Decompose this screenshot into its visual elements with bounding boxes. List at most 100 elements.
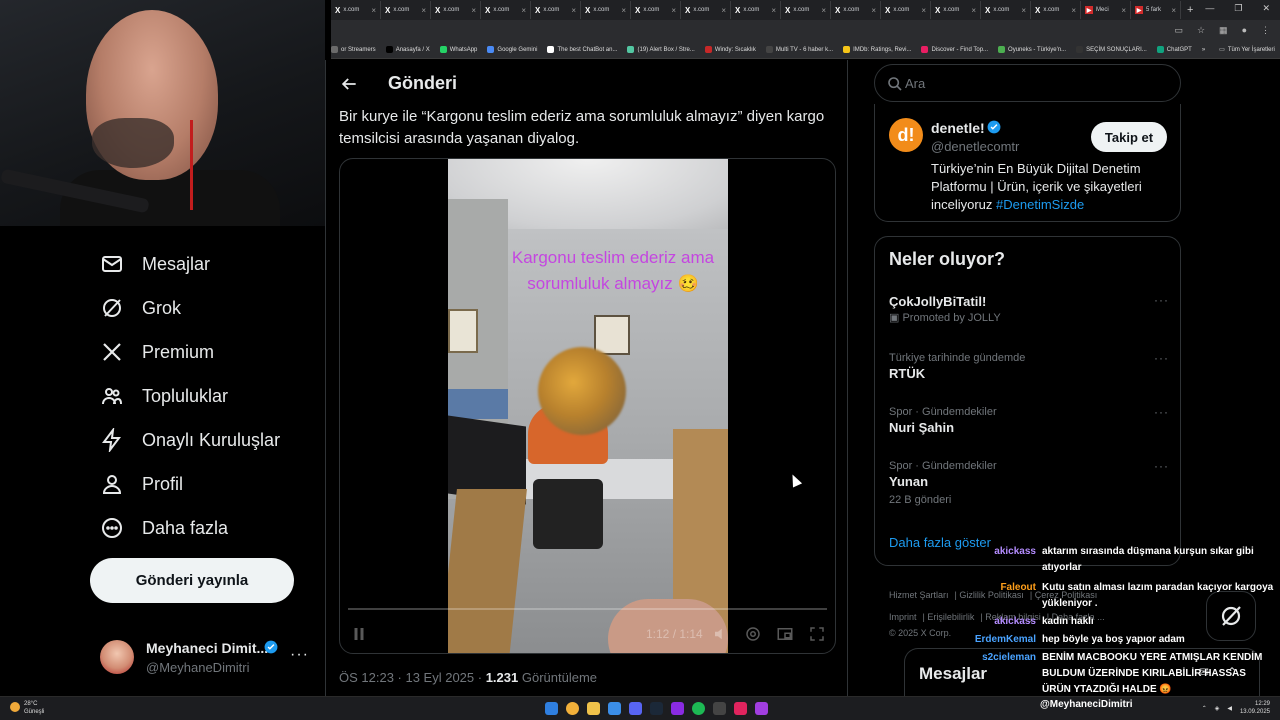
close-icon[interactable]: ✕ — [1262, 3, 1270, 14]
tab-close-icon[interactable]: × — [971, 6, 976, 15]
fullscreen-icon[interactable] — [808, 625, 826, 643]
tab-close-icon[interactable]: × — [771, 6, 776, 15]
tab-close-icon[interactable]: × — [571, 6, 576, 15]
kebab-menu-icon[interactable]: ⋮ — [1261, 25, 1270, 36]
bookmark-item[interactable]: WhatsApp — [439, 46, 477, 53]
footer-link[interactable]: Imprint — [889, 612, 917, 622]
profile-more-icon[interactable]: ··· — [290, 646, 309, 664]
app-icon[interactable] — [755, 702, 768, 715]
bookmark-item[interactable]: The best ChatBot an... — [547, 46, 617, 53]
tab-close-icon[interactable]: × — [471, 6, 476, 15]
bookmark-item[interactable]: Anasayfa / X — [385, 46, 430, 53]
nav-item-communities[interactable]: Topluluklar — [100, 384, 228, 408]
browser-tab[interactable]: Xx.com × — [331, 1, 381, 19]
volume-icon[interactable]: ◀ — [1227, 705, 1232, 712]
tab-close-icon[interactable]: × — [821, 6, 826, 15]
steam-icon[interactable] — [650, 702, 663, 715]
volume-icon[interactable] — [712, 625, 730, 643]
video-player[interactable]: Kargonu teslim ederiz ama sorumluluk alm… — [339, 158, 836, 654]
bookmark-item[interactable]: ChatGPT — [1156, 46, 1192, 53]
minimize-icon[interactable]: — — [1205, 3, 1214, 14]
nav-item-messages[interactable]: Mesajlar — [100, 252, 210, 276]
bookmark-item[interactable]: Google Gemini — [487, 46, 537, 53]
account-name[interactable]: denetle! — [931, 120, 985, 136]
tab-close-icon[interactable]: × — [371, 6, 376, 15]
tab-close-icon[interactable]: × — [871, 6, 876, 15]
tab-close-icon[interactable]: × — [721, 6, 726, 15]
browser-tab[interactable]: Xx.com × — [681, 1, 731, 19]
new-tab-icon[interactable]: + — [1187, 4, 1193, 16]
tab-close-icon[interactable]: × — [1171, 6, 1176, 15]
nav-item-premium[interactable]: Premium — [100, 340, 214, 364]
discord-icon[interactable] — [629, 702, 642, 715]
bookmark-item[interactable]: (19) Alert Box / Stre... — [627, 46, 695, 53]
browser-tab[interactable]: Xx.com × — [931, 1, 981, 19]
all-bookmarks-folder[interactable]: ▭ Tüm Yer İşaretleri — [1219, 46, 1275, 54]
browser-tab[interactable]: Xx.com × — [881, 1, 931, 19]
follow-button[interactable]: Takip et — [1091, 122, 1167, 152]
tab-close-icon[interactable]: × — [621, 6, 626, 15]
footer-link[interactable]: Hizmet Şartları — [889, 590, 949, 600]
chevron-up-icon[interactable]: ⌃ — [1202, 705, 1207, 712]
browser-tab[interactable]: ▶ 5 fark × — [1131, 1, 1181, 19]
trend-item[interactable]: ÇokJollyBiTatil! ▣ Promoted by JOLLY ··· — [889, 293, 1169, 325]
trend-more-icon[interactable]: ··· — [1154, 293, 1169, 307]
tab-close-icon[interactable]: × — [671, 6, 676, 15]
nav-item-grok[interactable]: Grok — [100, 296, 181, 320]
search-input[interactable] — [905, 73, 1165, 93]
clock[interactable]: 12:29 13.09.2025 — [1240, 700, 1270, 716]
browser-tab[interactable]: Xx.com × — [981, 1, 1031, 19]
settings-gear-icon[interactable] — [744, 625, 762, 643]
bookmark-item[interactable]: or Streamers — [331, 46, 376, 53]
account-switcher[interactable]: Meyhaneci Dimit... @MeyhaneDimitri ··· — [100, 634, 320, 680]
trend-item[interactable]: Spor · Gündemdekiler Yunan 22 B gönderi … — [889, 459, 1169, 507]
nav-item-profile[interactable]: Profil — [100, 472, 183, 496]
bookmark-item[interactable]: SEÇİM SONUÇLARI... — [1076, 46, 1147, 53]
browser-tab[interactable]: Xx.com × — [731, 1, 781, 19]
app-icon[interactable] — [608, 702, 621, 715]
trend-more-icon[interactable]: ··· — [1154, 405, 1169, 419]
browser-tab[interactable]: Xx.com × — [481, 1, 531, 19]
bookmark-item[interactable]: Windy: Sıcaklık — [704, 46, 756, 53]
browser-address-bar[interactable]: ▭ ☆ ▦ ● ⋮ — [331, 20, 1280, 41]
account-bio-hashtag[interactable]: #DenetimSizde — [996, 197, 1084, 212]
browser-tab[interactable]: Xx.com × — [1031, 1, 1081, 19]
maximize-icon[interactable]: ❐ — [1234, 3, 1242, 14]
bookmarks-overflow-icon[interactable]: » — [1202, 47, 1205, 53]
chrome-icon[interactable] — [566, 702, 579, 715]
file-explorer-icon[interactable] — [587, 702, 600, 715]
back-arrow-icon[interactable] — [339, 74, 359, 94]
browser-tab[interactable]: Xx.com × — [531, 1, 581, 19]
trend-more-icon[interactable]: ··· — [1154, 351, 1169, 365]
tab-close-icon[interactable]: × — [1121, 6, 1126, 15]
trend-item[interactable]: Spor · Gündemdekiler Nuri Şahin ··· — [889, 405, 1169, 437]
tab-close-icon[interactable]: × — [421, 6, 426, 15]
spotify-icon[interactable] — [692, 702, 705, 715]
trend-item[interactable]: Türkiye tarihinde gündemde RTÜK ··· — [889, 351, 1169, 383]
post-button[interactable]: Gönderi yayınla — [90, 558, 294, 603]
browser-tab[interactable]: Xx.com × — [631, 1, 681, 19]
nav-item-verified-orgs[interactable]: Onaylı Kuruluşlar — [100, 428, 280, 452]
windows-start-icon[interactable] — [545, 702, 558, 715]
video-progress-bar[interactable] — [348, 608, 827, 610]
nav-item-more[interactable]: Daha fazla — [100, 516, 228, 540]
picture-in-picture-icon[interactable] — [776, 625, 794, 643]
tab-close-icon[interactable]: × — [521, 6, 526, 15]
browser-tab[interactable]: ▶ Meci × — [1081, 1, 1131, 19]
profile-icon[interactable]: ● — [1242, 25, 1247, 36]
app-icon[interactable] — [671, 702, 684, 715]
browser-tab[interactable]: Xx.com × — [431, 1, 481, 19]
browser-tab[interactable]: Xx.com × — [831, 1, 881, 19]
app-icon[interactable] — [713, 702, 726, 715]
bookmark-item[interactable]: IMDb: Ratings, Revi... — [843, 46, 911, 53]
network-icon[interactable]: ◈ — [1215, 705, 1220, 712]
bookmark-item[interactable]: Oyuneks - Türkiye'n... — [998, 46, 1066, 53]
trend-more-icon[interactable]: ··· — [1154, 459, 1169, 473]
account-avatar[interactable]: d! — [889, 118, 923, 152]
pause-icon[interactable] — [350, 625, 368, 643]
bookmark-item[interactable]: Multi TV - 6 haber k... — [765, 46, 833, 53]
cast-icon[interactable]: ▭ — [1174, 25, 1183, 36]
star-icon[interactable]: ☆ — [1197, 25, 1205, 36]
browser-tab[interactable]: Xx.com × — [781, 1, 831, 19]
browser-tab[interactable]: Xx.com × — [381, 1, 431, 19]
